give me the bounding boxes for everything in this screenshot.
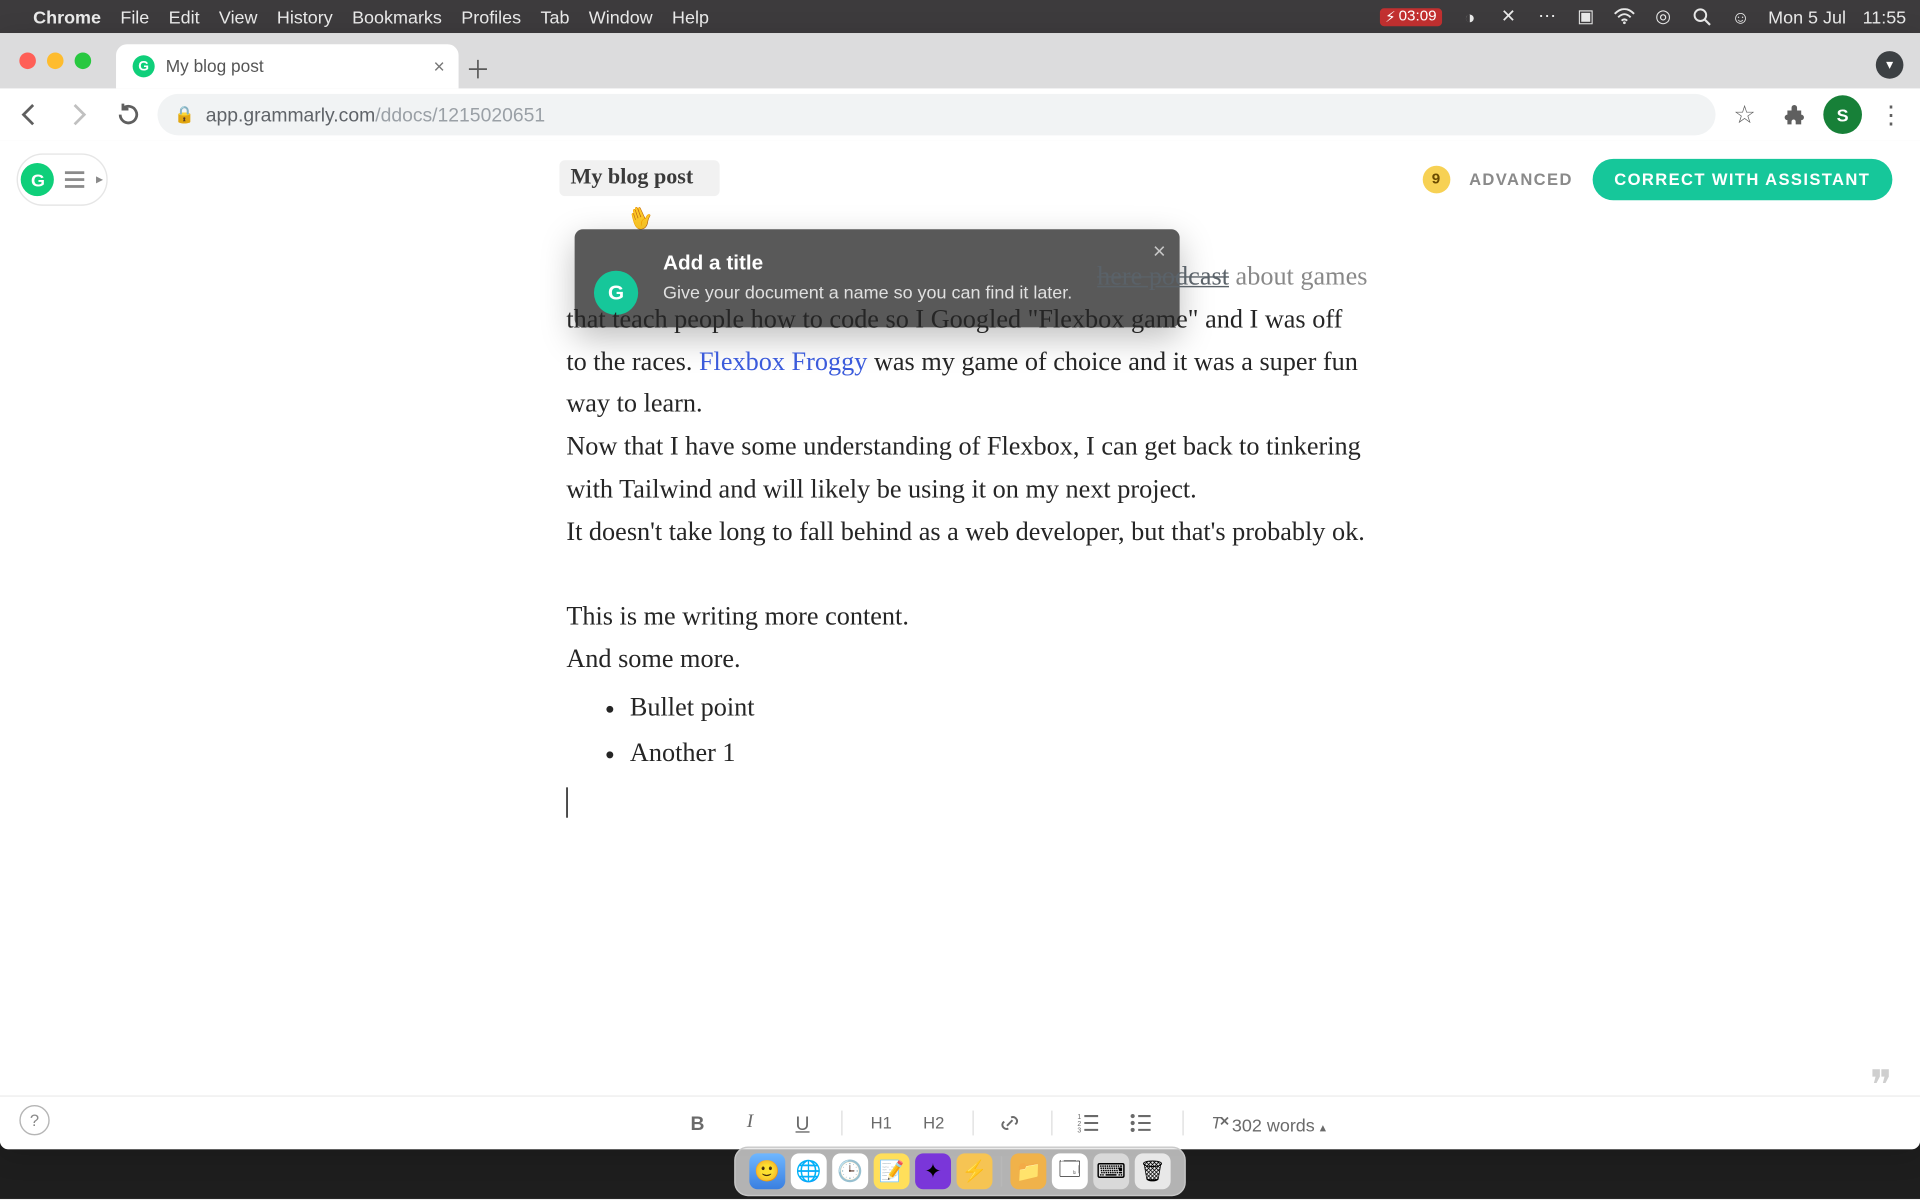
spotlight-icon[interactable]: [1691, 7, 1713, 26]
dock-voice-memos[interactable]: ⚡: [957, 1153, 993, 1189]
screen-record-indicator[interactable]: ⚡︎ 03:09: [1380, 8, 1443, 26]
menu-history[interactable]: History: [277, 6, 333, 27]
document-title-input[interactable]: [559, 160, 719, 196]
svg-text:3: 3: [1077, 1128, 1081, 1134]
word-count[interactable]: 302 words ▴: [1232, 1115, 1326, 1136]
hamburger-icon: [66, 171, 85, 188]
dock-whimsical[interactable]: ✦: [915, 1153, 951, 1189]
numbered-list-button[interactable]: 123: [1077, 1112, 1105, 1134]
doc-para-3: It doesn't take long to fall behind as a…: [566, 512, 1367, 554]
record-time: 03:09: [1399, 8, 1437, 25]
app-home-button[interactable]: G ▸: [17, 153, 108, 205]
dock-screenshots[interactable]: 🗔: [1052, 1153, 1088, 1189]
dock-finder[interactable]: 🙂: [749, 1153, 785, 1189]
dock-chrome[interactable]: 🌐: [791, 1153, 827, 1189]
partial-text-top: about games: [1236, 262, 1368, 291]
doc-link-flexbox-froggy[interactable]: Flexbox Froggy: [699, 347, 867, 376]
url-host: app.grammarly.com: [206, 104, 375, 126]
window-minimize-button[interactable]: [47, 52, 64, 69]
doc-bullet-1: Bullet point: [630, 688, 1368, 730]
extensions-button[interactable]: [1774, 94, 1815, 135]
address-bar[interactable]: 🔒 app.grammarly.com/ddocs/1215020651: [157, 94, 1715, 135]
doc-bullet-2: Another 1: [630, 733, 1368, 775]
menubar-app-name[interactable]: Chrome: [33, 6, 101, 27]
window-close-button[interactable]: [19, 52, 36, 69]
control-center-icon[interactable]: ◎: [1652, 6, 1674, 28]
score-badge[interactable]: 9: [1422, 166, 1450, 194]
new-tab-button[interactable]: ＋: [459, 50, 498, 89]
dock-keyboard[interactable]: ⌨︎: [1093, 1153, 1129, 1189]
battery-icon[interactable]: ▣: [1575, 6, 1597, 28]
nav-back-button[interactable]: [8, 94, 49, 135]
browser-tab-active[interactable]: G My blog post ×: [116, 44, 459, 88]
menu-bookmarks[interactable]: Bookmarks: [352, 6, 442, 27]
text-caret: [566, 787, 567, 817]
correct-with-assistant-button[interactable]: CORRECT WITH ASSISTANT: [1592, 159, 1892, 200]
doc-para-5: And some more.: [566, 640, 1367, 682]
dock-trash[interactable]: 🗑: [1135, 1153, 1171, 1189]
h2-button[interactable]: H2: [920, 1113, 948, 1132]
status-icon-2[interactable]: ✕: [1497, 6, 1519, 28]
bookmark-star-button[interactable]: ☆: [1724, 94, 1765, 135]
editor-area[interactable]: here podcast about games that teach peop…: [0, 218, 1920, 1097]
feedback-quote-icon[interactable]: ❞: [1870, 1062, 1892, 1110]
dock-notes[interactable]: 📝: [874, 1153, 910, 1189]
lock-icon: 🔒: [174, 105, 195, 124]
menu-tab[interactable]: Tab: [540, 6, 569, 27]
doc-para-2: Now that I have some understanding of Fl…: [566, 427, 1367, 512]
menu-file[interactable]: File: [120, 6, 149, 27]
tab-search-button[interactable]: ▾: [1876, 51, 1904, 79]
nav-forward-button[interactable]: [58, 94, 99, 135]
status-icon-1[interactable]: ◑: [1459, 6, 1481, 27]
underline-button[interactable]: U: [789, 1112, 817, 1134]
menu-profiles[interactable]: Profiles: [461, 6, 521, 27]
grammarly-logo-icon: G: [21, 163, 54, 196]
h1-button[interactable]: H1: [867, 1113, 895, 1132]
wifi-icon[interactable]: [1613, 8, 1635, 25]
bold-button[interactable]: B: [684, 1112, 712, 1134]
users-icon[interactable]: ☺: [1729, 6, 1751, 27]
reload-button[interactable]: [108, 94, 149, 135]
grammarly-favicon: G: [133, 55, 155, 77]
chrome-profile-avatar[interactable]: S: [1823, 95, 1862, 134]
window-zoom-button[interactable]: [75, 52, 92, 69]
menubar-date[interactable]: Mon 5 Jul: [1768, 6, 1846, 27]
menu-view[interactable]: View: [219, 6, 258, 27]
partial-text-top-link: here podcast: [1097, 262, 1229, 291]
close-tab-button[interactable]: ×: [433, 55, 444, 77]
help-button[interactable]: ?: [19, 1105, 49, 1135]
dock-clock[interactable]: 🕒: [832, 1153, 868, 1189]
macos-dock: 🙂 🌐 🕒 📝 ✦ ⚡ 📁 🗔 ⌨︎ 🗑: [734, 1146, 1186, 1196]
tab-title: My blog post: [166, 57, 264, 76]
status-icon-3[interactable]: ⋯: [1536, 6, 1558, 28]
chrome-menu-button[interactable]: ⋮: [1870, 94, 1911, 135]
chevron-right-icon: ▸: [96, 172, 103, 187]
url-path: /ddocs/1215020651: [375, 104, 545, 126]
menu-window[interactable]: Window: [589, 6, 653, 27]
doc-para-4: This is me writing more content.: [566, 597, 1367, 639]
advanced-label[interactable]: ADVANCED: [1469, 170, 1573, 189]
menu-help[interactable]: Help: [672, 6, 709, 27]
menu-edit[interactable]: Edit: [169, 6, 200, 27]
chevron-up-icon: ▴: [1320, 1120, 1326, 1134]
menubar-time[interactable]: 11:55: [1863, 6, 1907, 27]
record-icon: ⚡︎: [1385, 8, 1396, 26]
dock-downloads-folder[interactable]: 📁: [1010, 1153, 1046, 1189]
link-button[interactable]: [999, 1112, 1027, 1134]
tab-strip: G My blog post × ＋ ▾: [0, 33, 1920, 88]
italic-button[interactable]: I: [736, 1112, 764, 1134]
bullet-list-button[interactable]: [1130, 1112, 1158, 1134]
